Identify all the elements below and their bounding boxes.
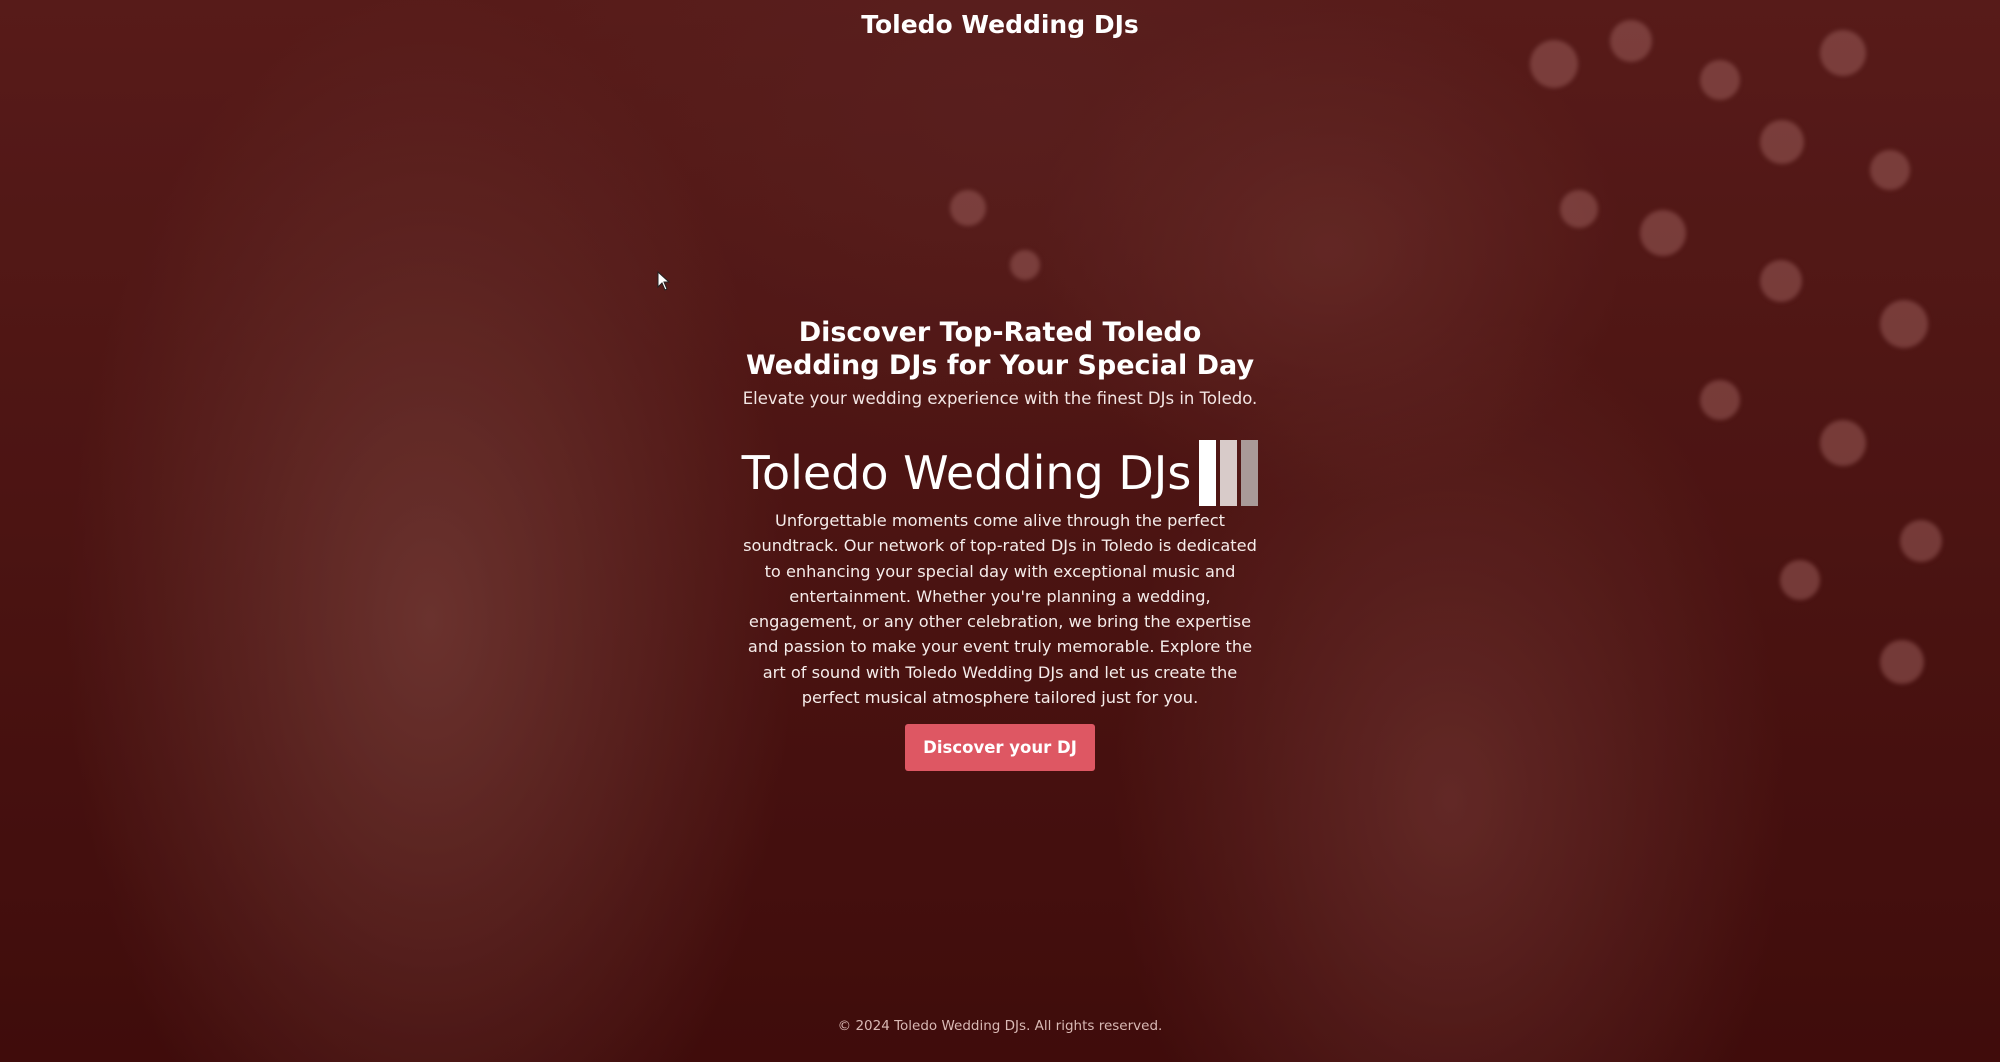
hero-body-text: Unforgettable moments come alive through… (743, 511, 1257, 708)
copyright-text: © 2024 Toledo Wedding DJs. All rights re… (837, 1018, 1163, 1034)
site-title-link[interactable]: Toledo Wedding DJs (861, 10, 1139, 39)
logo-bar (1199, 440, 1217, 506)
brand-name: Toledo Wedding DJs (741, 446, 1192, 500)
logo-bar (1241, 440, 1259, 506)
site-footer: © 2024 Toledo Wedding DJs. All rights re… (0, 1018, 2000, 1034)
equalizer-bars-icon (1199, 440, 1259, 506)
brand-row: Toledo Wedding DJs (740, 440, 1260, 506)
site-header: Toledo Wedding DJs (0, 10, 2000, 39)
discover-dj-button[interactable]: Discover your DJ (905, 724, 1095, 772)
hero-section: Discover Top-Rated Toledo Wedding DJs fo… (740, 316, 1260, 772)
mouse-pointer-icon (657, 270, 671, 291)
hero-subheadline: Elevate your wedding experience with the… (742, 389, 1258, 408)
logo-bar (1220, 440, 1238, 506)
hero-headline: Discover Top-Rated Toledo Wedding DJs fo… (745, 317, 1255, 381)
